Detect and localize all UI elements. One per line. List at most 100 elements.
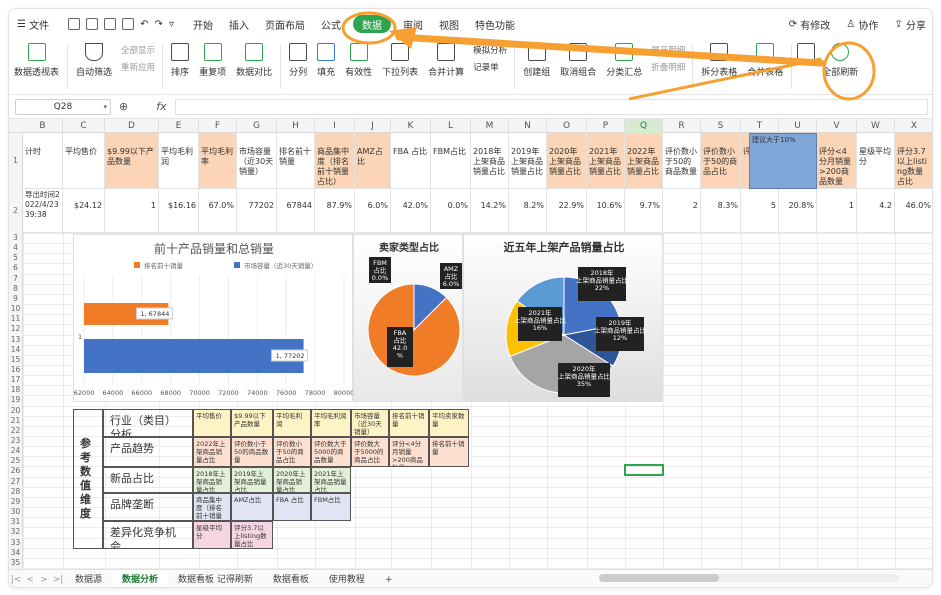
- header-cell[interactable]: 星级平均分: [857, 133, 895, 189]
- value-cell[interactable]: 5: [741, 189, 779, 233]
- redo-icon[interactable]: ↷: [155, 19, 163, 30]
- expand-detail-button[interactable]: 展开明细: [651, 43, 685, 60]
- collapse-detail-button[interactable]: 折叠明细: [651, 60, 685, 77]
- tab-home[interactable]: 开始: [185, 9, 221, 39]
- header-cell[interactable]: 平均售价: [63, 133, 105, 189]
- column-header-O[interactable]: O: [547, 119, 587, 133]
- value-cell[interactable]: 46.0%: [895, 189, 932, 233]
- year-pie-chart[interactable]: 近五年上架产品销量占比 2018年 上架商品销量占比 22% 2019年 上架商品销量占比…: [463, 234, 663, 402]
- column-header-R[interactable]: R: [663, 119, 701, 133]
- column-header-C[interactable]: C: [63, 119, 105, 133]
- column-header-X[interactable]: X: [895, 119, 932, 133]
- data-compare-button[interactable]: 数据对比: [231, 43, 277, 78]
- tab-insert[interactable]: 插入: [221, 9, 257, 39]
- formula-input[interactable]: [174, 98, 928, 115]
- column-header-H[interactable]: H: [277, 119, 315, 133]
- text-to-columns-button[interactable]: 分列: [284, 43, 312, 78]
- row-number[interactable]: 8: [9, 283, 23, 294]
- row-number[interactable]: 17: [9, 375, 23, 386]
- more-icon[interactable]: ▿: [169, 19, 174, 30]
- row-number[interactable]: 30: [9, 507, 23, 518]
- column-header-I[interactable]: I: [315, 119, 355, 133]
- row-number[interactable]: 29: [9, 496, 23, 508]
- column-header-J[interactable]: J: [355, 119, 391, 133]
- row-number[interactable]: 1: [9, 133, 23, 189]
- header-cell[interactable]: 评价数小于50的商品数量: [663, 133, 701, 189]
- row-number[interactable]: 6: [9, 263, 23, 274]
- value-cell[interactable]: 42.0%: [391, 189, 431, 233]
- column-header-E[interactable]: E: [159, 119, 199, 133]
- print-icon[interactable]: [104, 18, 117, 30]
- header-cell[interactable]: 市场容量（近30天销量）: [237, 133, 277, 189]
- column-header-D[interactable]: D: [105, 119, 159, 133]
- last-sheet-icon[interactable]: >|: [51, 575, 65, 585]
- column-header-B[interactable]: B: [23, 119, 63, 133]
- row-number[interactable]: 10: [9, 304, 23, 315]
- column-header-U[interactable]: U: [779, 119, 817, 133]
- column-header-N[interactable]: N: [509, 119, 547, 133]
- refresh-all-button[interactable]: 全部刷新: [817, 43, 863, 78]
- sheet-tab-source[interactable]: 数据源: [65, 570, 112, 588]
- row-number[interactable]: 4: [9, 243, 23, 254]
- value-cell[interactable]: 4.2: [857, 189, 895, 233]
- first-sheet-icon[interactable]: |<: [9, 575, 23, 585]
- header-cell[interactable]: 计时: [23, 133, 63, 189]
- scroll-thumb[interactable]: [599, 574, 719, 582]
- value-cell[interactable]: 87.9%: [315, 189, 355, 233]
- validation-button[interactable]: 有效性: [340, 43, 377, 78]
- sheet-grid[interactable]: 1 2 3 4 5 6 7 8 9 10 11 12 13 14 15 16 17 18 19 20 21 22 23 24 2…: [9, 133, 932, 569]
- suggestion-note[interactable]: 建议大于10%: [749, 133, 817, 189]
- import-data-button[interactable]: [795, 43, 817, 65]
- export-pdf-icon[interactable]: [86, 18, 99, 30]
- print-preview-icon[interactable]: [122, 18, 135, 30]
- header-cell[interactable]: 商品集中度（排名前十销量占比）: [315, 133, 355, 189]
- header-cell[interactable]: AMZ占比: [355, 133, 391, 189]
- create-group-button[interactable]: 创建组: [518, 43, 555, 78]
- tab-formula[interactable]: 公式: [313, 9, 349, 39]
- sheet-tab-tutorial[interactable]: 使用教程: [319, 570, 375, 588]
- row-number[interactable]: 2: [9, 189, 23, 233]
- chevron-down-icon[interactable]: ▾: [103, 103, 107, 111]
- sheet-tab-dashboard[interactable]: 数据看板: [263, 570, 319, 588]
- header-cell[interactable]: 2019年上架商品销量占比: [509, 133, 547, 189]
- header-cell[interactable]: 平均毛利润: [159, 133, 199, 189]
- value-cell[interactable]: 2: [663, 189, 701, 233]
- value-cell[interactable]: 67844: [277, 189, 315, 233]
- undo-icon[interactable]: ↶: [140, 19, 148, 30]
- prev-sheet-icon[interactable]: <: [23, 575, 37, 585]
- duplicates-button[interactable]: 重复项: [194, 43, 231, 78]
- horizontal-scrollbar[interactable]: [599, 574, 899, 582]
- subtotal-button[interactable]: 分类汇总: [601, 43, 647, 78]
- row-number[interactable]: 20: [9, 405, 23, 416]
- reapply-button[interactable]: 重新应用: [121, 60, 155, 77]
- row-number[interactable]: 12: [9, 324, 23, 335]
- column-header-P[interactable]: P: [587, 119, 625, 133]
- header-cell[interactable]: 2022年上架商品销量占比: [625, 133, 663, 189]
- header-cell[interactable]: 2021年上架商品销量占比: [587, 133, 625, 189]
- header-cell[interactable]: 评价数小于50的商品占比: [701, 133, 741, 189]
- value-cell[interactable]: 1: [817, 189, 857, 233]
- file-menu[interactable]: 文件: [29, 17, 49, 32]
- row-number[interactable]: 32: [9, 527, 23, 538]
- value-cell[interactable]: 6.0%: [355, 189, 391, 233]
- value-cell[interactable]: 22.9%: [547, 189, 587, 233]
- dropdown-list-button[interactable]: 下拉列表: [377, 43, 423, 78]
- fill-button[interactable]: 填充: [312, 43, 340, 78]
- header-cell[interactable]: FBM占比: [431, 133, 471, 189]
- merge-table-button[interactable]: 合并表格: [742, 43, 788, 78]
- row-number[interactable]: 31: [9, 517, 23, 528]
- row-number[interactable]: 14: [9, 344, 23, 355]
- row-number[interactable]: 28: [9, 486, 23, 497]
- share-button[interactable]: ⇪ 分享: [886, 9, 932, 39]
- column-header-S[interactable]: S: [701, 119, 741, 133]
- row-number[interactable]: 27: [9, 476, 23, 487]
- value-cell[interactable]: 67.0%: [199, 189, 237, 233]
- record-form-button[interactable]: 记录单: [473, 60, 507, 77]
- collab-button[interactable]: ♙ 协作: [838, 9, 886, 39]
- header-cell[interactable]: 排名前十销量: [277, 133, 315, 189]
- row-number[interactable]: 3: [9, 233, 23, 244]
- bar-chart[interactable]: 前十产品销量和总销量 排名前十销量 市场容量（近30天销量） 62000 64000 66…: [73, 234, 354, 402]
- save-icon[interactable]: [68, 18, 81, 30]
- header-cell[interactable]: 2018年上架商品销量占比: [471, 133, 509, 189]
- seller-pie-chart[interactable]: 卖家类型占比 FBM 占比 0.0% AMZ 占比 6.0% FBA 占比 42.0%: [353, 234, 463, 402]
